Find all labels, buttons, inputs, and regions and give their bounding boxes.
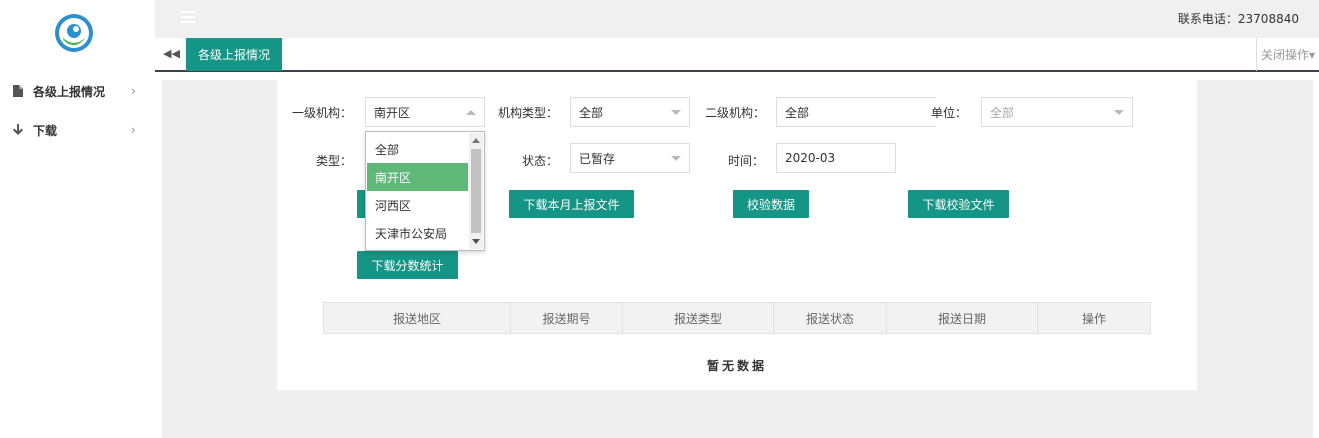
arrow-down-icon — [12, 123, 24, 137]
level1-dropdown-list: 全部 南开区 河西区 天津市公安局 — [365, 131, 485, 251]
table-header: 报送地区 报送期号 报送类型 报送状态 报送日期 操作 — [323, 302, 1151, 334]
unit-select-value: 全部 — [990, 105, 1015, 120]
chevron-right-icon: › — [131, 84, 136, 98]
download-verify-file-button[interactable]: 下载校验文件 — [908, 190, 1009, 218]
caret-down-icon — [671, 156, 681, 161]
double-chevron-left-icon[interactable]: ◀◀ — [163, 47, 180, 61]
scroll-up-icon[interactable] — [472, 138, 480, 143]
sidebar-item-label: 各级上报情况 — [33, 84, 106, 99]
app-logo — [55, 14, 93, 52]
dropdown-scrollbar[interactable] — [469, 133, 483, 249]
tab-bar: ◀◀ 各级上报情况 关闭操作▾ — [155, 38, 1319, 72]
tab-report-status[interactable]: 各级上报情况 — [186, 38, 282, 71]
column-header: 报送期号 — [511, 303, 623, 333]
status-label: 状态： — [522, 154, 559, 168]
download-score-stats-button[interactable]: 下载分数统计 — [357, 251, 458, 279]
level2-select[interactable]: 全部 — [776, 97, 936, 127]
status-select-value: 已暂存 — [579, 151, 616, 166]
level1-select-value: 南开区 — [374, 105, 411, 120]
empty-table-message: 暂无数据 — [706, 359, 767, 373]
dropdown-option[interactable]: 河西区 — [367, 191, 468, 219]
caret-down-icon — [671, 110, 681, 115]
org-type-label: 机构类型： — [498, 106, 559, 120]
file-icon — [12, 84, 24, 98]
unit-select[interactable]: 全部 — [981, 97, 1133, 127]
status-select[interactable]: 已暂存 — [570, 143, 690, 173]
caret-up-icon — [466, 110, 476, 115]
scroll-down-icon[interactable] — [472, 239, 480, 244]
sidebar-item-report-status[interactable]: 各级上报情况 › — [0, 76, 155, 106]
sidebar: 各级上报情况 › 下载 › — [0, 0, 155, 438]
close-operations-button[interactable]: 关闭操作▾ — [1256, 38, 1319, 71]
level1-select[interactable]: 南开区 — [365, 97, 485, 127]
org-type-select-value: 全部 — [579, 105, 604, 120]
top-bar: 联系电话：23708840 — [155, 0, 1319, 38]
contact-phone: 联系电话：23708840 — [1177, 12, 1299, 26]
org-type-select[interactable]: 全部 — [570, 97, 690, 127]
sidebar-item-download[interactable]: 下载 › — [0, 115, 155, 145]
verify-data-button[interactable]: 校验数据 — [733, 190, 809, 218]
column-header: 报送类型 — [623, 303, 774, 333]
scrollbar-thumb[interactable] — [471, 149, 481, 233]
dropdown-option[interactable]: 天津市公安局 — [367, 219, 468, 247]
type-label: 类型： — [316, 154, 353, 168]
download-month-report-button[interactable]: 下载本月上报文件 — [509, 190, 634, 218]
time-input-value: 2020-03 — [785, 151, 836, 165]
level1-label: 一级机构： — [292, 106, 353, 120]
unit-label: 单位： — [931, 106, 968, 120]
column-header: 报送状态 — [774, 303, 887, 333]
menu-icon[interactable] — [181, 11, 195, 25]
dropdown-option[interactable]: 全部 — [367, 135, 468, 163]
column-header: 操作 — [1081, 311, 1106, 326]
level2-label: 二级机构： — [705, 106, 766, 120]
caret-down-icon — [1114, 110, 1124, 115]
dropdown-option-selected[interactable]: 南开区 — [367, 163, 468, 191]
sidebar-item-label: 下载 — [33, 123, 58, 138]
time-label: 时间： — [728, 154, 765, 168]
time-input[interactable]: 2020-03 — [776, 143, 896, 173]
column-header: 报送日期 — [887, 303, 1038, 333]
chevron-right-icon: › — [131, 123, 136, 137]
column-header: 报送地区 — [324, 303, 511, 333]
level2-select-value: 全部 — [785, 105, 810, 120]
